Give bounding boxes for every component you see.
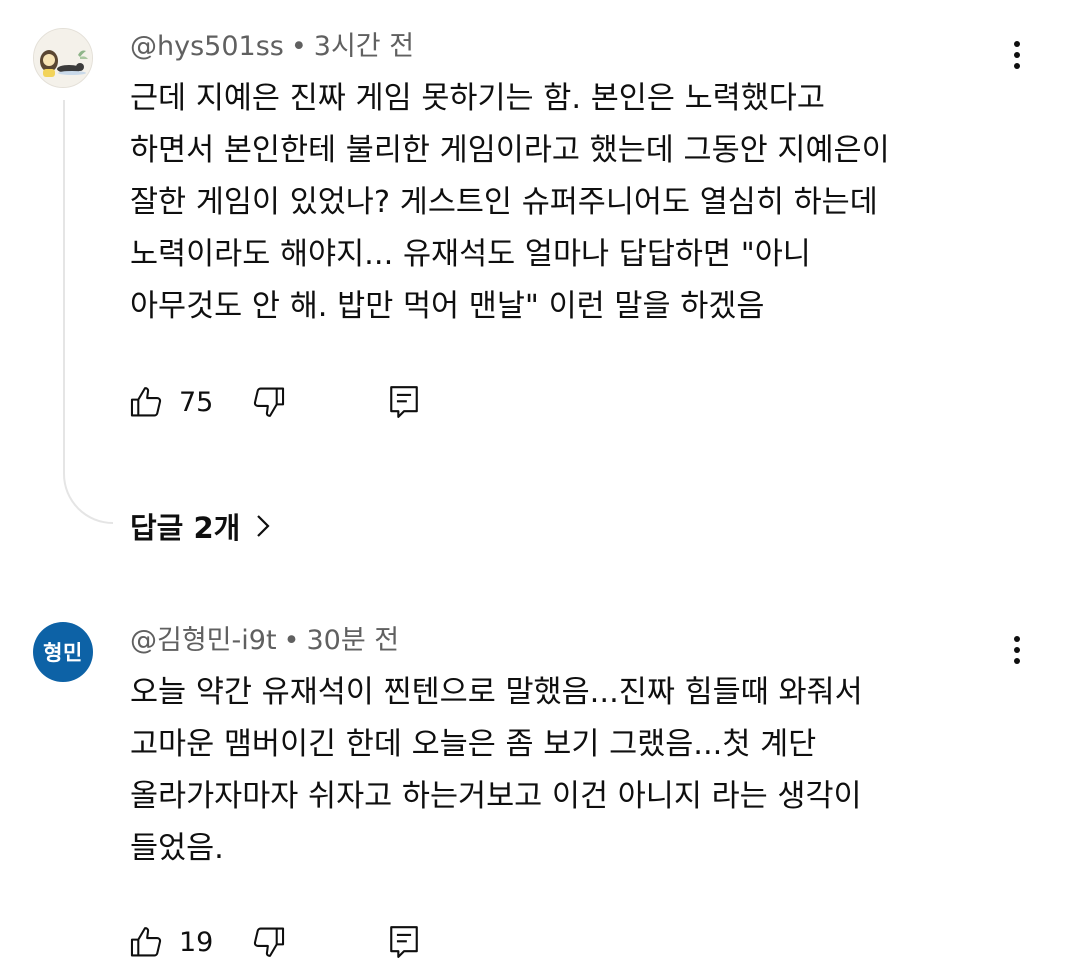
dislike-button[interactable] bbox=[249, 922, 287, 962]
comment-time: 30분 전 bbox=[306, 625, 400, 656]
comment-line: 오늘 약간 유재석이 찐텐으로 말했음...진짜 힘들때 와줘서 bbox=[130, 675, 863, 710]
comment-line: 근데 지예은 진짜 게임 못하기는 함. 본인은 노력했다고 bbox=[130, 81, 825, 116]
thumbs-down-icon bbox=[253, 387, 285, 417]
reply-button[interactable] bbox=[387, 923, 421, 961]
replies-label: 답글 2개 bbox=[130, 511, 241, 545]
author-name[interactable]: @김형민-i9t bbox=[130, 625, 277, 656]
reply-thread-line bbox=[63, 100, 113, 524]
comment-line: 올라가자마자 쉬자고 하는거보고 이건 아니지 라는 생각이 bbox=[130, 779, 862, 814]
more-vertical-icon bbox=[1014, 636, 1020, 642]
more-vertical-icon-dot bbox=[1014, 647, 1020, 653]
author-name[interactable]: @hys501ss bbox=[130, 31, 284, 62]
reply-comment-icon bbox=[390, 386, 418, 418]
comment-line: 고마운 맴버이긴 한데 오늘은 좀 보기 그랬음...첫 계단 bbox=[130, 727, 817, 762]
more-options-button[interactable] bbox=[1000, 33, 1034, 77]
comment-actions: 75 bbox=[128, 379, 421, 425]
comment-meta: @hys501ss • 3시간 전 bbox=[130, 30, 414, 64]
avatar-initials: 형민 bbox=[43, 641, 83, 665]
meta-separator: • bbox=[283, 625, 300, 656]
thumbs-up-icon bbox=[130, 387, 162, 417]
author-avatar[interactable] bbox=[33, 28, 93, 88]
comment-text: 오늘 약간 유재석이 찐텐으로 말했음...진짜 힘들때 와줘서 고마운 맴버이… bbox=[130, 667, 1030, 875]
avatar-illustration-icon bbox=[34, 29, 92, 87]
comment-line: 하면서 본인한테 불리한 게임이라고 했는데 그동안 지예은이 bbox=[130, 133, 890, 168]
author-avatar[interactable]: 형민 bbox=[33, 622, 93, 682]
like-count: 19 bbox=[179, 926, 214, 958]
like-count: 75 bbox=[179, 386, 214, 418]
dislike-button[interactable] bbox=[249, 382, 287, 422]
chevron-right-icon bbox=[257, 515, 270, 537]
comment-text: 근데 지예은 진짜 게임 못하기는 함. 본인은 노력했다고 하면서 본인한테 … bbox=[130, 73, 1030, 333]
like-button[interactable] bbox=[128, 382, 166, 422]
comment-line: 들었음. bbox=[130, 831, 224, 866]
more-vertical-icon-dot bbox=[1014, 658, 1020, 664]
more-vertical-icon bbox=[1014, 41, 1020, 47]
thumbs-down-icon bbox=[253, 927, 285, 957]
view-replies-button[interactable]: 답글 2개 bbox=[130, 505, 270, 547]
more-options-button[interactable] bbox=[1000, 628, 1034, 672]
thumbs-up-icon bbox=[130, 927, 162, 957]
comment-line: 아무것도 안 해. 밥만 먹어 맨날" 이런 말을 하겠음 bbox=[130, 289, 765, 324]
like-button[interactable] bbox=[128, 922, 166, 962]
comment-line: 노력이라도 해야지... 유재석도 얼마나 답답하면 "아니 bbox=[130, 237, 811, 272]
more-vertical-icon-dot bbox=[1014, 52, 1020, 58]
meta-separator: • bbox=[290, 31, 307, 62]
more-vertical-icon-dot bbox=[1014, 63, 1020, 69]
reply-comment-icon bbox=[390, 926, 418, 958]
comment-line: 잘한 게임이 있었나? 게스트인 슈퍼주니어도 열심히 하는데 bbox=[130, 185, 878, 220]
comment-time: 3시간 전 bbox=[313, 31, 415, 62]
reply-button[interactable] bbox=[387, 383, 421, 421]
comment-actions: 19 bbox=[128, 919, 421, 965]
comment-meta: @김형민-i9t • 30분 전 bbox=[130, 624, 399, 658]
